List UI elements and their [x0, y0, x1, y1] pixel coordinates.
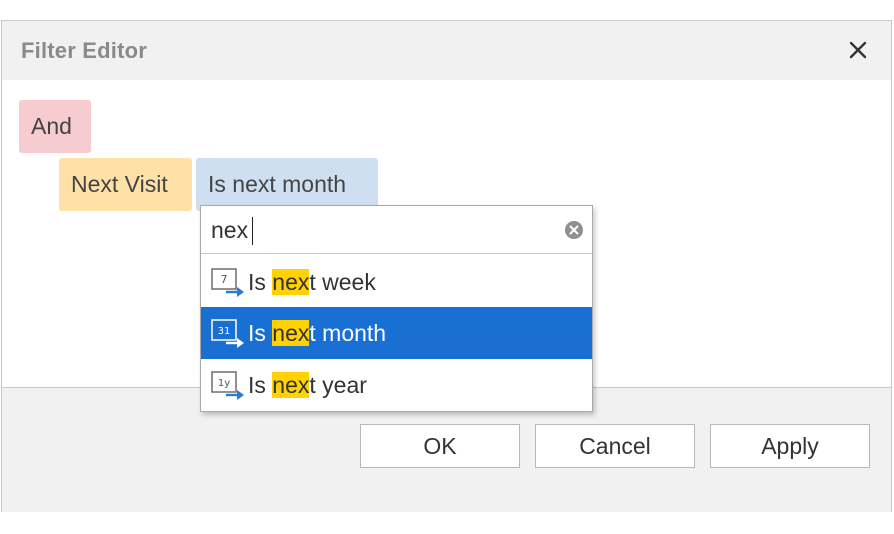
option-is-next-month[interactable]: 31 Is next month: [201, 307, 592, 359]
close-icon: [849, 41, 867, 59]
clear-search-button[interactable]: [564, 220, 584, 240]
svg-text:7: 7: [221, 273, 228, 286]
match-highlight: nex: [272, 372, 310, 398]
apply-button[interactable]: Apply: [710, 424, 870, 468]
dialog-title: Filter Editor: [21, 38, 148, 63]
calendar-31-icon: 31: [211, 319, 244, 348]
match-highlight: nex: [272, 269, 310, 295]
operator-token[interactable]: Is next month: [196, 158, 378, 211]
match-highlight: nex: [272, 320, 310, 346]
option-is-next-week[interactable]: 7 Is next week: [201, 256, 592, 308]
text-caret: [252, 217, 253, 245]
calendar-1y-icon: 1y: [211, 371, 244, 400]
option-label: Is next week: [248, 269, 376, 295]
option-label: Is next month: [248, 320, 387, 346]
close-button[interactable]: [843, 35, 873, 65]
calendar-7-icon: 7: [211, 268, 244, 297]
group-operator-token[interactable]: And: [19, 100, 91, 153]
clear-icon: [565, 221, 583, 239]
search-row: [201, 206, 592, 254]
option-label: Is next year: [248, 372, 367, 398]
operator-dropdown: 7 Is next week 31 Is next month 1y Is ne…: [200, 205, 593, 412]
search-input[interactable]: [211, 213, 541, 247]
svg-text:1y: 1y: [218, 378, 230, 389]
title-bar: Filter Editor: [2, 21, 891, 80]
ok-button[interactable]: OK: [360, 424, 520, 468]
cancel-button[interactable]: Cancel: [535, 424, 695, 468]
option-is-next-year[interactable]: 1y Is next year: [201, 359, 592, 411]
svg-text:31: 31: [218, 326, 231, 337]
field-token[interactable]: Next Visit: [59, 158, 192, 211]
